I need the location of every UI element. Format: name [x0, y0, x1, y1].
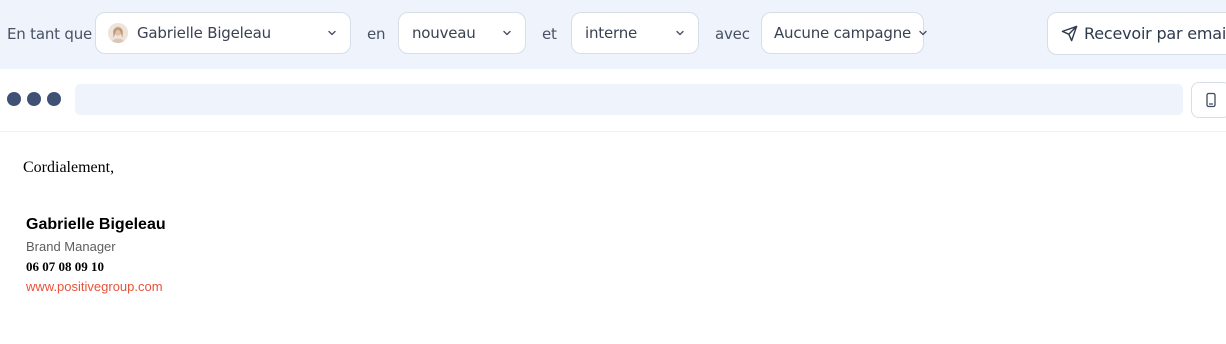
campaign-select-value: Aucune campagne: [774, 24, 912, 42]
type-select[interactable]: interne: [571, 12, 699, 54]
user-select[interactable]: Gabrielle Bigeleau: [95, 12, 351, 54]
smartphone-icon: [1206, 92, 1216, 108]
signature-name: Gabrielle Bigeleau: [26, 216, 166, 233]
window-dot: [27, 92, 41, 106]
chevron-down-icon: [676, 30, 684, 36]
user-select-value: Gabrielle Bigeleau: [137, 24, 271, 42]
send-icon: [1061, 25, 1078, 42]
signature-title: Brand Manager: [26, 239, 116, 254]
chevron-down-icon: [328, 30, 336, 36]
window-dot: [7, 92, 21, 106]
email-closing: Cordialement,: [23, 159, 115, 176]
state-select-value: nouveau: [412, 24, 476, 42]
mobile-preview-button[interactable]: [1191, 82, 1226, 118]
receive-by-email-button[interactable]: Recevoir par email: [1047, 12, 1226, 55]
window-dot: [47, 92, 61, 106]
signature-phone: 06 07 08 09 10: [26, 259, 104, 274]
in-label: en: [367, 25, 386, 43]
avatar: [108, 23, 128, 43]
signature-website-link[interactable]: www.positivegroup.com: [26, 279, 163, 294]
address-bar: [75, 84, 1183, 115]
preview-toolbar: En tant que Gabrielle Bigeleau en nouvea…: [0, 0, 1226, 69]
chevron-down-icon: [503, 30, 511, 36]
receive-by-email-label: Recevoir par email: [1084, 24, 1226, 43]
chevron-down-icon: [919, 30, 927, 36]
type-select-value: interne: [585, 24, 638, 42]
campaign-select[interactable]: Aucune campagne: [761, 12, 927, 54]
with-label: avec: [715, 25, 750, 43]
state-select[interactable]: nouveau: [398, 12, 526, 54]
and-label: et: [542, 25, 557, 43]
browser-chrome: [0, 69, 1226, 132]
as-label: En tant que: [7, 25, 93, 43]
